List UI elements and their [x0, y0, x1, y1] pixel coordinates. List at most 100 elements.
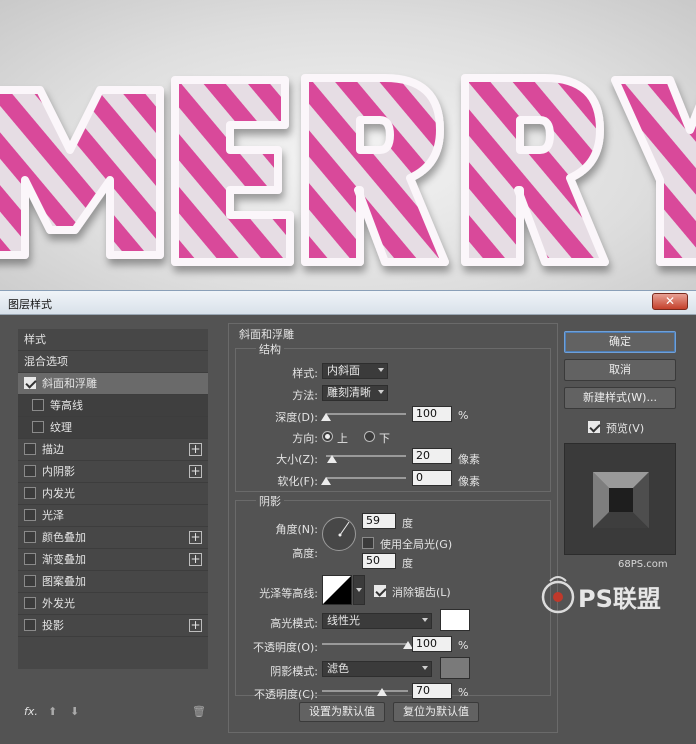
style-item-texture[interactable]: 纹理	[18, 417, 208, 439]
texture-checkbox[interactable]	[32, 421, 44, 433]
satin-checkbox[interactable]	[24, 509, 36, 521]
size-slider-thumb[interactable]	[327, 455, 338, 463]
reset-default-button[interactable]: 复位为默认值	[393, 702, 479, 722]
shadow-mode-select[interactable]: 滤色	[322, 661, 432, 677]
highlight-opacity-label: 不透明度(O):	[253, 641, 318, 654]
gloss-contour-label: 光泽等高线:	[259, 587, 318, 600]
bevel-style-select[interactable]: 内斜面	[322, 363, 388, 379]
size-slider[interactable]	[326, 455, 406, 457]
make-default-button[interactable]: 设置为默认值	[299, 702, 385, 722]
inner-glow-checkbox[interactable]	[24, 487, 36, 499]
style-item-pattern-overlay[interactable]: 图案叠加	[18, 571, 208, 593]
style-item-drop-shadow[interactable]: 投影 +	[18, 615, 208, 637]
cancel-button[interactable]: 取消	[564, 359, 676, 381]
shadow-color-swatch[interactable]	[440, 657, 470, 679]
style-item-gradient-overlay[interactable]: 渐变叠加 +	[18, 549, 208, 571]
preview-checkbox[interactable]	[588, 421, 600, 433]
shadow-opacity-unit: %	[458, 686, 469, 699]
style-item-label: 描边	[42, 443, 64, 456]
add-drop-shadow-icon[interactable]: +	[189, 619, 202, 632]
blending-options-item[interactable]: 混合选项	[18, 351, 208, 373]
style-item-label: 斜面和浮雕	[42, 377, 97, 390]
direction-up-label: 上	[337, 432, 348, 445]
structure-title: 结构	[256, 341, 284, 357]
highlight-color-swatch[interactable]	[440, 609, 470, 631]
style-item-inner-glow[interactable]: 内发光	[18, 483, 208, 505]
bevel-emboss-checkbox[interactable]	[24, 377, 36, 389]
angle-dial[interactable]	[322, 517, 356, 551]
style-item-inner-shadow[interactable]: 内阴影 +	[18, 461, 208, 483]
style-item-label: 图案叠加	[42, 575, 86, 588]
add-gradient-overlay-icon[interactable]: +	[189, 553, 202, 566]
color-overlay-checkbox[interactable]	[24, 531, 36, 543]
add-inner-shadow-icon[interactable]: +	[189, 465, 202, 478]
direction-up-radio[interactable]	[322, 431, 333, 442]
altitude-unit: 度	[402, 557, 413, 570]
highlight-opacity-unit: %	[458, 639, 469, 652]
anti-alias-checkbox[interactable]	[374, 585, 386, 597]
highlight-mode-value: 线性光	[327, 614, 360, 627]
dialog-titlebar[interactable]: 图层样式 ✕	[0, 291, 696, 315]
angle-input[interactable]: 59	[362, 513, 396, 529]
anti-alias-label: 消除锯齿(L)	[392, 586, 451, 599]
style-item-stroke[interactable]: 描边 +	[18, 439, 208, 461]
styles-header[interactable]: 样式	[18, 329, 208, 351]
size-label: 大小(Z):	[276, 453, 318, 466]
direction-down-radio[interactable]	[364, 431, 375, 442]
chevron-down-icon	[422, 618, 428, 622]
style-item-satin[interactable]: 光泽	[18, 505, 208, 527]
highlight-mode-select[interactable]: 线性光	[322, 613, 432, 629]
chevron-down-icon	[356, 588, 362, 592]
depth-slider[interactable]	[326, 413, 406, 415]
close-button[interactable]: ✕	[652, 293, 688, 310]
soften-input[interactable]: 0	[412, 470, 452, 486]
move-up-icon[interactable]: ⬆	[48, 705, 57, 718]
shadow-opacity-input[interactable]: 70	[412, 683, 452, 699]
soften-slider[interactable]	[326, 477, 406, 479]
chevron-down-icon	[378, 390, 384, 394]
pattern-overlay-checkbox[interactable]	[24, 575, 36, 587]
depth-input[interactable]: 100	[412, 406, 452, 422]
depth-slider-thumb[interactable]	[321, 413, 331, 421]
altitude-label: 高度:	[292, 547, 318, 560]
technique-select[interactable]: 雕刻清晰	[322, 385, 388, 401]
highlight-opacity-input[interactable]: 100	[412, 636, 452, 652]
size-input[interactable]: 20	[412, 448, 452, 464]
soften-slider-thumb[interactable]	[321, 477, 331, 485]
highlight-opacity-slider[interactable]	[322, 643, 408, 645]
global-light-checkbox[interactable]	[362, 537, 374, 549]
inner-shadow-checkbox[interactable]	[24, 465, 36, 477]
new-style-button[interactable]: 新建样式(W)...	[564, 387, 676, 409]
style-item-color-overlay[interactable]: 颜色叠加 +	[18, 527, 208, 549]
drop-shadow-checkbox[interactable]	[24, 619, 36, 631]
shadow-opacity-thumb[interactable]	[377, 688, 388, 696]
style-item-label: 内阴影	[42, 465, 75, 478]
add-color-overlay-icon[interactable]: +	[189, 531, 202, 544]
altitude-input[interactable]: 50	[362, 553, 396, 569]
fx-menu-icon[interactable]: fx.	[24, 705, 38, 718]
add-stroke-icon[interactable]: +	[189, 443, 202, 456]
merry-candy-text	[0, 74, 696, 266]
size-unit: 像素	[458, 453, 480, 466]
shadow-opacity-slider[interactable]	[322, 690, 408, 692]
angle-unit: 度	[402, 517, 413, 530]
bevel-emboss-panel: 斜面和浮雕 结构 样式: 内斜面 方法: 雕刻清晰 深度(D): 100 % 方…	[228, 323, 558, 733]
move-down-icon[interactable]: ⬇	[70, 705, 79, 718]
contour-checkbox[interactable]	[32, 399, 44, 411]
highlight-mode-label: 高光模式:	[270, 617, 318, 630]
style-item-label: 光泽	[42, 509, 64, 522]
style-item-contour[interactable]: 等高线	[18, 395, 208, 417]
stroke-checkbox[interactable]	[24, 443, 36, 455]
gloss-contour-dropdown[interactable]	[353, 575, 365, 605]
document-canvas	[0, 0, 696, 290]
gradient-overlay-checkbox[interactable]	[24, 553, 36, 565]
gloss-contour-picker[interactable]	[322, 575, 352, 605]
bevel-emboss-title: 斜面和浮雕	[239, 328, 294, 341]
outer-glow-checkbox[interactable]	[24, 597, 36, 609]
style-item-label: 颜色叠加	[42, 531, 86, 544]
direction-label: 方向:	[292, 432, 318, 445]
trash-icon[interactable]: 🗑	[192, 705, 206, 718]
style-item-outer-glow[interactable]: 外发光	[18, 593, 208, 615]
style-item-bevel-emboss[interactable]: 斜面和浮雕	[18, 373, 208, 395]
ok-button[interactable]: 确定	[564, 331, 676, 353]
